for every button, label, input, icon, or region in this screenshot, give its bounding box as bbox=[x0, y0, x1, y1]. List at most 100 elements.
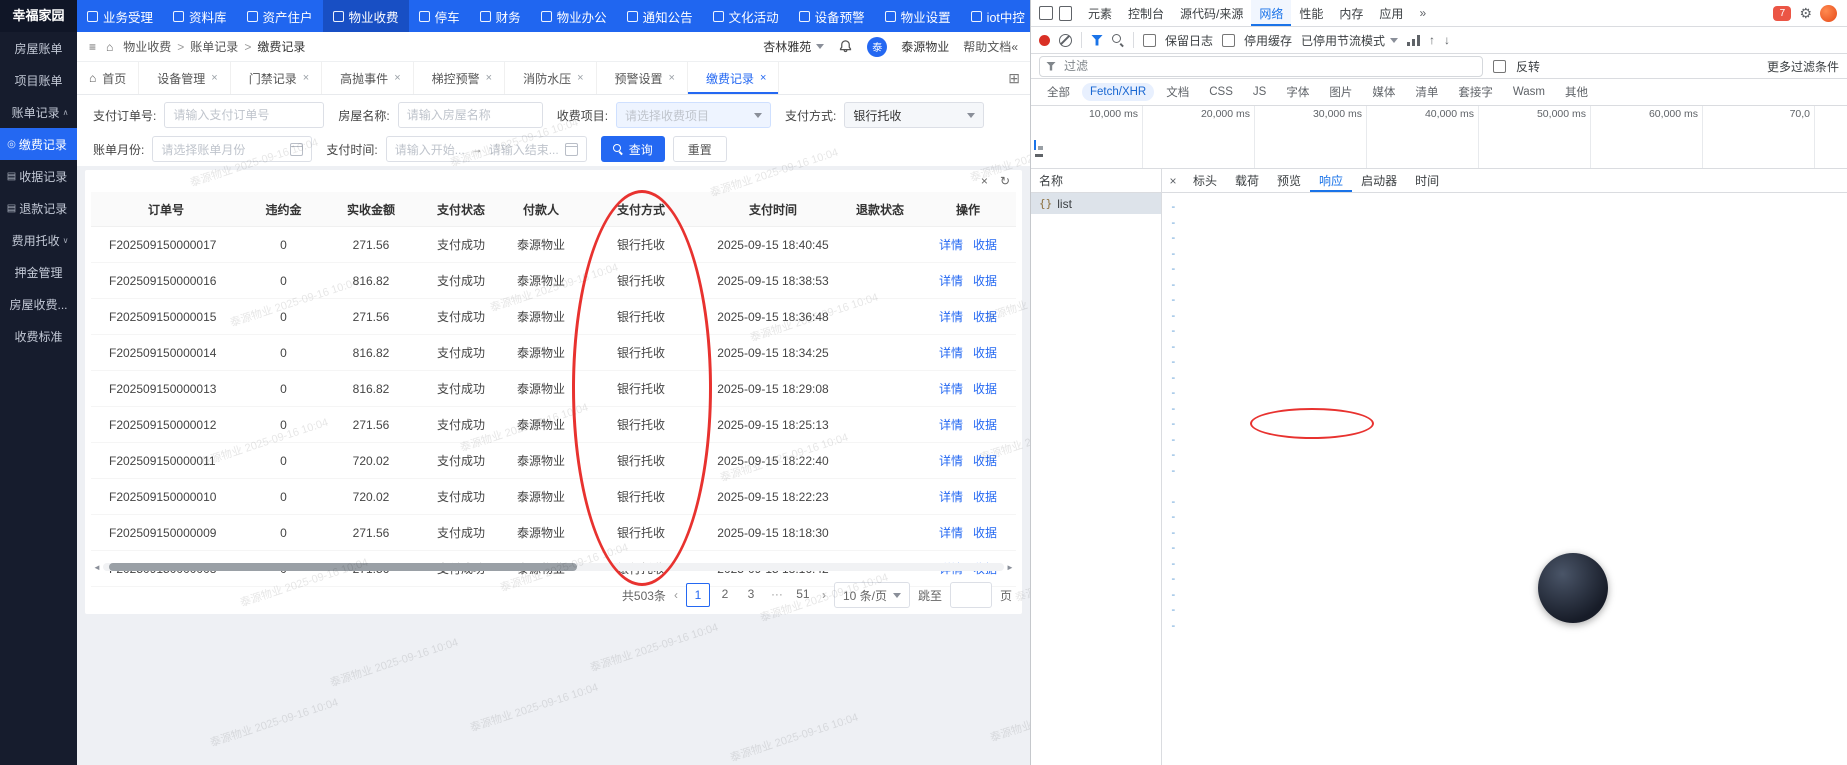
preserve-log-checkbox[interactable] bbox=[1143, 33, 1156, 47]
top-nav-item[interactable]: 文化活动 bbox=[703, 0, 789, 32]
request-detail-tab[interactable]: 预览 bbox=[1268, 169, 1310, 192]
inspect-element-icon[interactable] bbox=[1039, 6, 1053, 20]
response-body-viewer[interactable]: - "recordId": 5561, - "communityId": 123… bbox=[1162, 193, 1847, 765]
invert-checkbox[interactable] bbox=[1493, 59, 1506, 73]
request-type-pill[interactable]: 清单 bbox=[1407, 81, 1446, 103]
page-tab[interactable]: ⌂ 首页 × bbox=[77, 62, 140, 94]
search-button[interactable]: 查询 bbox=[600, 136, 665, 162]
fee-item-select[interactable]: 请选择收费项目 bbox=[616, 102, 772, 128]
fold-marker[interactable]: - bbox=[1170, 556, 1177, 572]
request-type-pill[interactable]: 其他 bbox=[1557, 81, 1596, 103]
browser-profile-avatar[interactable] bbox=[1820, 4, 1837, 22]
devtools-tab[interactable]: 网络 bbox=[1251, 0, 1292, 26]
fold-marker[interactable]: - bbox=[1170, 494, 1177, 510]
breadcrumb-item[interactable]: 物业收费 bbox=[123, 38, 171, 55]
tab-list-icon[interactable]: ⊞ bbox=[1008, 70, 1020, 87]
top-nav-item[interactable]: 停车 bbox=[409, 0, 470, 32]
request-type-pill[interactable]: JS bbox=[1245, 83, 1274, 101]
fold-marker[interactable]: - bbox=[1170, 540, 1177, 556]
top-nav-item[interactable]: 财务 bbox=[470, 0, 531, 32]
page-tab[interactable]: 设备管理 × bbox=[139, 62, 231, 94]
top-nav-item[interactable]: 物业办公 bbox=[531, 0, 617, 32]
table-row[interactable]: F202509150000016 0 816.82 支付成功 泰源物业 银行托收… bbox=[91, 262, 1016, 299]
top-nav-item[interactable]: 物业设置 bbox=[875, 0, 961, 32]
sidebar-item[interactable]: ▤ 退款记录 bbox=[0, 192, 77, 224]
receipt-link[interactable]: 收据 bbox=[973, 490, 997, 504]
home-icon[interactable]: ⌂ bbox=[106, 40, 113, 54]
pay-order-input[interactable] bbox=[164, 102, 325, 128]
fold-marker[interactable]: - bbox=[1170, 432, 1177, 448]
request-type-pill[interactable]: Fetch/XHR bbox=[1082, 83, 1155, 101]
fold-marker[interactable]: - bbox=[1170, 354, 1177, 370]
pay-time-range-picker[interactable]: 请输入开始... → 请输入结束... bbox=[385, 136, 587, 162]
request-type-pill[interactable]: 文档 bbox=[1158, 81, 1197, 103]
fold-marker[interactable]: - bbox=[1170, 246, 1177, 262]
fold-marker[interactable]: - bbox=[1170, 292, 1177, 308]
sidebar-item[interactable]: ▤ 收据记录 bbox=[0, 160, 77, 192]
receipt-link[interactable]: 收据 bbox=[973, 274, 997, 288]
menu-icon[interactable]: ≡ bbox=[89, 40, 96, 54]
request-type-pill[interactable]: 图片 bbox=[1321, 81, 1360, 103]
fold-marker[interactable]: - bbox=[1170, 525, 1177, 541]
detail-link[interactable]: 详情 bbox=[939, 490, 963, 504]
request-type-pill[interactable]: 全部 bbox=[1039, 81, 1078, 103]
fold-marker[interactable]: - bbox=[1170, 571, 1177, 587]
table-row[interactable]: F202509150000013 0 816.82 支付成功 泰源物业 银行托收… bbox=[91, 370, 1016, 407]
page-number[interactable]: ··· bbox=[766, 583, 788, 605]
page-tab[interactable]: 预警设置 × bbox=[597, 62, 688, 94]
export-har-icon[interactable]: ↓ bbox=[1444, 33, 1450, 47]
fold-marker[interactable]: - bbox=[1170, 385, 1177, 401]
top-nav-item[interactable]: 资产住户 bbox=[237, 0, 323, 32]
detail-link[interactable]: 详情 bbox=[939, 454, 963, 468]
more-filters-link[interactable]: 更多过滤条件 bbox=[1767, 58, 1839, 75]
page-size-select[interactable]: 10 条/页 bbox=[833, 582, 910, 608]
sidebar-item[interactable]: 收费标准 bbox=[0, 320, 77, 352]
table-row[interactable]: F202509150000015 0 271.56 支付成功 泰源物业 银行托收… bbox=[91, 298, 1016, 335]
fold-marker[interactable]: - bbox=[1170, 587, 1177, 603]
receipt-link[interactable]: 收据 bbox=[973, 382, 997, 396]
tab-close-icon[interactable]: × bbox=[486, 72, 492, 84]
fold-marker[interactable]: - bbox=[1170, 339, 1177, 355]
fold-marker[interactable]: - bbox=[1170, 261, 1177, 277]
record-network-log-icon[interactable] bbox=[1039, 34, 1050, 46]
detail-link[interactable]: 详情 bbox=[939, 382, 963, 396]
issues-badge[interactable]: 7 bbox=[1773, 5, 1792, 21]
devtools-tab[interactable]: 性能 bbox=[1291, 0, 1331, 26]
sidebar-item[interactable]: 项目账单 bbox=[0, 64, 77, 96]
sidebar-item[interactable]: 账单记录 ∧ bbox=[0, 96, 77, 128]
network-filter-input[interactable] bbox=[1062, 58, 1476, 74]
detail-link[interactable]: 详情 bbox=[939, 526, 963, 540]
top-nav-item[interactable]: 物业收费 bbox=[322, 0, 409, 32]
page-number[interactable]: 51 bbox=[792, 583, 814, 605]
table-row[interactable]: F202509150000014 0 816.82 支付成功 泰源物业 银行托收… bbox=[91, 334, 1016, 371]
top-nav-item[interactable]: 业务受理 bbox=[77, 0, 163, 32]
request-detail-tab[interactable]: 标头 bbox=[1184, 169, 1226, 192]
page-number[interactable]: 2 bbox=[714, 583, 736, 605]
top-nav-item[interactable]: 资料库 bbox=[163, 0, 237, 32]
sidebar-item[interactable]: 押金管理 bbox=[0, 256, 77, 288]
clear-network-log-icon[interactable] bbox=[1059, 33, 1072, 47]
receipt-link[interactable]: 收据 bbox=[973, 454, 997, 468]
page-tab[interactable]: 消防水压 × bbox=[505, 62, 597, 94]
top-nav-item[interactable]: iot中控 bbox=[961, 0, 1035, 32]
table-row[interactable]: F202509150000010 0 720.02 支付成功 泰源物业 银行托收… bbox=[91, 478, 1016, 515]
page-number[interactable]: 3 bbox=[740, 583, 762, 605]
fold-marker[interactable]: - bbox=[1170, 370, 1177, 386]
disable-cache-checkbox[interactable] bbox=[1222, 33, 1236, 47]
devtools-settings-gear-icon[interactable]: ⚙ bbox=[1799, 5, 1812, 22]
jump-page-input[interactable] bbox=[949, 582, 992, 608]
fold-marker[interactable]: - bbox=[1170, 463, 1177, 479]
fold-marker[interactable]: - bbox=[1170, 447, 1177, 463]
receipt-link[interactable]: 收据 bbox=[973, 346, 997, 360]
filter-funnel-icon[interactable] bbox=[1091, 34, 1103, 46]
receipt-link[interactable]: 收据 bbox=[973, 238, 997, 252]
detail-link[interactable]: 详情 bbox=[939, 310, 963, 324]
table-row[interactable]: F202509150000009 0 271.56 支付成功 泰源物业 银行托收… bbox=[91, 514, 1016, 551]
fold-marker[interactable]: - bbox=[1170, 199, 1177, 215]
devtools-tab[interactable]: 应用 bbox=[1371, 0, 1411, 26]
page-tab[interactable]: 缴费记录 × bbox=[688, 62, 780, 94]
tab-close-icon[interactable]: × bbox=[303, 72, 309, 84]
table-row[interactable]: F202509150000017 0 271.56 支付成功 泰源物业 银行托收… bbox=[91, 226, 1016, 263]
top-nav-item[interactable]: 通知公告 bbox=[617, 0, 703, 32]
request-detail-tab[interactable]: 启动器 bbox=[1352, 169, 1406, 192]
